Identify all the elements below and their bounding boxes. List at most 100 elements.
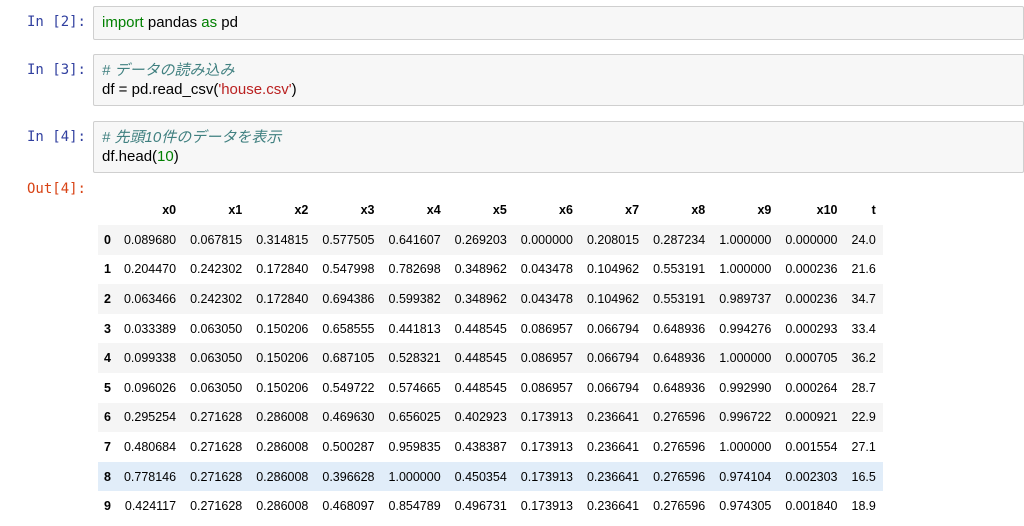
- table-cell: 0.099338: [123, 351, 177, 366]
- table-cell: 16.5: [844, 461, 883, 492]
- table-cell: 0.276596: [653, 439, 706, 454]
- code-cell-3[interactable]: In [4]: # 先頭10件のデータを表示 df.head(10): [0, 121, 1024, 173]
- table-cell: 0.992990: [719, 380, 772, 395]
- table-cell: 0.000000: [520, 232, 573, 247]
- table-cell: 0.694386: [322, 291, 375, 306]
- input-prompt: In [3]:: [26, 62, 86, 78]
- table-cell: 0.396628: [315, 461, 382, 492]
- table-cell: 36.2: [851, 351, 876, 366]
- table-cell: 0.000293: [785, 321, 838, 336]
- code-line: df.head(10): [102, 147, 1015, 166]
- code-cell-1[interactable]: In [2]: import pandas as pd: [0, 6, 1024, 40]
- code-comment: # データの読み込み: [102, 62, 235, 79]
- table-cell: 0.236641: [586, 410, 640, 425]
- table-cell: 0.469630: [322, 410, 375, 425]
- table-row: 6 0.295254 0.271628 0.286008 0.469630 0.65602…: [98, 402, 883, 433]
- column-header: x2: [294, 203, 309, 217]
- code-token: df = pd.read_csv(: [102, 81, 219, 98]
- table-cell: 0.204470: [123, 262, 177, 277]
- input-prompt: In [4]:: [26, 129, 86, 145]
- table-cell: 0.236641: [586, 499, 640, 514]
- table-cell: 0.033389: [123, 321, 177, 336]
- table-cell: 0.002303: [778, 461, 845, 492]
- code-token: ): [173, 148, 179, 165]
- table-cell: 0.959835: [388, 439, 441, 454]
- table-cell: 0.104962: [586, 262, 640, 277]
- table-cell: 0.287234: [653, 232, 706, 247]
- table-cell: 0.286008: [249, 461, 316, 492]
- table-cell: 0.271628: [190, 499, 243, 514]
- table-cell: 0.648936: [653, 351, 706, 366]
- table-cell: 0.687105: [322, 351, 375, 366]
- column-header: x5: [492, 203, 507, 217]
- table-cell: 0.402923: [454, 410, 507, 425]
- table-row: 4 0.099338 0.063050 0.150206 0.687105 0.52832…: [98, 343, 883, 373]
- table-row: 0 0.089680 0.067815 0.314815 0.577505 0.64160…: [98, 225, 883, 255]
- code-input[interactable]: import pandas as pd: [93, 6, 1024, 40]
- table-cell: 0.480684: [123, 439, 177, 454]
- code-line: df = pd.read_csv('house.csv'): [102, 80, 1015, 99]
- code-token: ): [291, 81, 297, 98]
- table-cell: 0.236641: [579, 461, 647, 492]
- table-cell: 0.150206: [256, 380, 309, 395]
- table-cell: 0.150206: [256, 321, 309, 336]
- table-row: 3 0.033389 0.063050 0.150206 0.658555 0.44181…: [98, 314, 883, 344]
- table-cell: 0.553191: [653, 262, 706, 277]
- table-cell: 0.242302: [190, 262, 243, 277]
- row-index: 2: [104, 291, 111, 306]
- output-prompt: Out[4]:: [26, 181, 86, 197]
- table-cell: 0.043478: [520, 291, 573, 306]
- column-header: x1: [228, 203, 243, 217]
- row-index: 0: [104, 232, 111, 247]
- column-header: x0: [162, 203, 177, 217]
- table-cell: 0.063466: [123, 291, 177, 306]
- table-cell: 0.173913: [520, 499, 573, 514]
- table-cell: 0.096026: [123, 380, 177, 395]
- column-header: x4: [426, 203, 441, 217]
- table-cell: 0.295254: [123, 410, 177, 425]
- code-cell-2[interactable]: In [3]: # データの読み込み df = pd.read_csv('hous…: [0, 54, 1024, 106]
- table-cell: 0.641607: [388, 232, 441, 247]
- table-cell: 0.271628: [190, 439, 243, 454]
- code-input[interactable]: # データの読み込み df = pd.read_csv('house.csv'): [93, 54, 1024, 106]
- table-cell: 0.104962: [586, 291, 640, 306]
- row-index: 7: [104, 439, 111, 454]
- table-cell: 0.448545: [454, 351, 507, 366]
- table-cell: 0.974104: [712, 461, 779, 492]
- table-cell: 0.468097: [322, 499, 375, 514]
- code-comment: # 先頭10件のデータを表示: [102, 129, 282, 146]
- code-input[interactable]: # 先頭10件のデータを表示 df.head(10): [93, 121, 1024, 173]
- column-header: x6: [559, 203, 573, 217]
- table-cell: 0.173913: [513, 461, 580, 492]
- table-cell: 0.441813: [388, 321, 441, 336]
- table-cell: 0.276596: [653, 499, 706, 514]
- table-cell: 24.0: [851, 232, 876, 247]
- table-cell: 0.553191: [653, 291, 706, 306]
- table-cell: 1.000000: [719, 351, 772, 366]
- table-row: 7 0.480684 0.271628 0.286008 0.500287 0.95983…: [98, 432, 883, 462]
- table-cell: 0.063050: [190, 321, 243, 336]
- table-cell: 0.172840: [256, 262, 309, 277]
- table-cell: 28.7: [851, 380, 876, 395]
- table-cell: 0.208015: [586, 232, 640, 247]
- column-header: x3: [360, 203, 375, 217]
- table-cell: 0.001554: [785, 439, 838, 454]
- table-cell: 0.648936: [653, 321, 706, 336]
- code-token: df.head(: [102, 148, 158, 165]
- table-cell: 0.448545: [454, 321, 507, 336]
- table-cell: 0.276596: [653, 410, 706, 425]
- table-cell: 0.648936: [653, 380, 706, 395]
- table-cell: 0.150206: [256, 351, 309, 366]
- table-cell: 27.1: [851, 439, 876, 454]
- table-cell: 0.286008: [256, 499, 309, 514]
- table-cell: 0.778146: [116, 461, 184, 492]
- table-cell: 0.574665: [388, 380, 441, 395]
- table-row: 8 0.778146 0.271628 0.286008 0.396628 1.00000…: [98, 461, 883, 492]
- table-cell: 1.000000: [719, 232, 772, 247]
- table-cell: 33.4: [851, 321, 876, 336]
- table-cell: 0.314815: [256, 232, 309, 247]
- table-cell: 34.7: [851, 291, 876, 306]
- column-header: x7: [625, 203, 640, 217]
- table-cell: 1.000000: [719, 262, 772, 277]
- table-cell: 0.450354: [447, 461, 514, 492]
